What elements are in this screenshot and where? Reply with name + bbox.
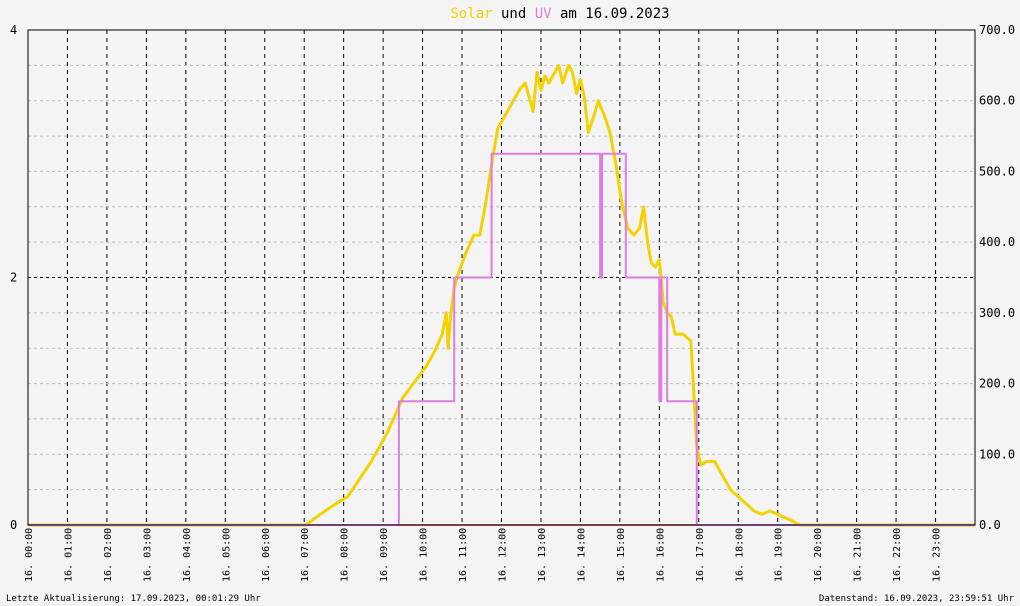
footer-data-status: Datenstand: 16.09.2023, 23:59:51 Uhr <box>819 594 1015 604</box>
x-tick-label: 16. 22:00 <box>892 528 903 582</box>
x-tick-label: 16. 09:00 <box>379 528 390 582</box>
x-tick-label: 16. 15:00 <box>616 528 627 582</box>
x-tick-label: 16. 06:00 <box>261 528 272 582</box>
title-uv: UV <box>535 6 552 22</box>
y-right-tick-label: 500.0 <box>979 164 1015 178</box>
y-right-tick-label: 700.0 <box>979 23 1015 37</box>
x-tick-label: 16. 10:00 <box>419 528 430 582</box>
title-solar: Solar <box>450 6 492 22</box>
y-left-tick-label: 2 <box>10 271 17 285</box>
x-tick-label: 16. 18:00 <box>734 528 745 582</box>
x-tick-label: 16. 02:00 <box>103 528 114 582</box>
x-tick-label: 16. 19:00 <box>774 528 785 582</box>
x-tick-label: 16. 16:00 <box>655 528 666 582</box>
x-tick-label: 16. 23:00 <box>932 528 943 582</box>
y-right-tick-label: 400.0 <box>979 235 1015 249</box>
footer-last-update: Letzte Aktualisierung: 17.09.2023, 00:01… <box>6 594 261 604</box>
y-right-tick-label: 0.0 <box>979 518 1001 532</box>
y-right-tick-labels: 0.0 100.0 200.0 300.0 400.0 500.0 600.0 700.0 <box>979 23 1015 532</box>
grid <box>28 30 975 525</box>
x-tick-label: 16. 01:00 <box>63 528 74 582</box>
chart-title: Solar und UV am 16.09.2023 <box>450 6 669 22</box>
x-tick-label: 16. 05:00 <box>221 528 232 582</box>
x-tick-label: 16. 14:00 <box>576 528 587 582</box>
x-tick-label: 16. 20:00 <box>813 528 824 582</box>
chart: Solar und UV am 16.09.2023 16. 00:00 16. … <box>6 6 1015 604</box>
x-tick-label: 16. 11:00 <box>458 528 469 582</box>
x-tick-label: 16. 08:00 <box>340 528 351 582</box>
y-right-tick-label: 100.0 <box>979 447 1015 461</box>
x-tick-label: 16. 03:00 <box>142 528 153 582</box>
y-right-tick-label: 600.0 <box>979 94 1015 108</box>
x-tick-label: 16. 12:00 <box>498 528 509 582</box>
title-date: am 16.09.2023 <box>552 6 670 22</box>
y-left-tick-label: 4 <box>10 23 17 37</box>
y-left-tick-labels: 0 2 4 <box>10 23 17 532</box>
y-right-tick-label: 300.0 <box>979 306 1015 320</box>
x-tick-label: 16. 04:00 <box>182 528 193 582</box>
x-tick-label: 16. 13:00 <box>537 528 548 582</box>
title-und: und <box>493 6 535 22</box>
x-tick-label: 16. 17:00 <box>695 528 706 582</box>
y-right-tick-label: 200.0 <box>979 377 1015 391</box>
x-tick-label: 16. 00:00 <box>24 528 35 582</box>
y-left-tick-label: 0 <box>10 518 17 532</box>
x-tick-label: 16. 07:00 <box>300 528 311 582</box>
x-tick-labels: 16. 00:00 16. 01:00 16. 02:00 16. 03:00 16. … <box>24 528 943 582</box>
x-tick-label: 16. 21:00 <box>853 528 864 582</box>
